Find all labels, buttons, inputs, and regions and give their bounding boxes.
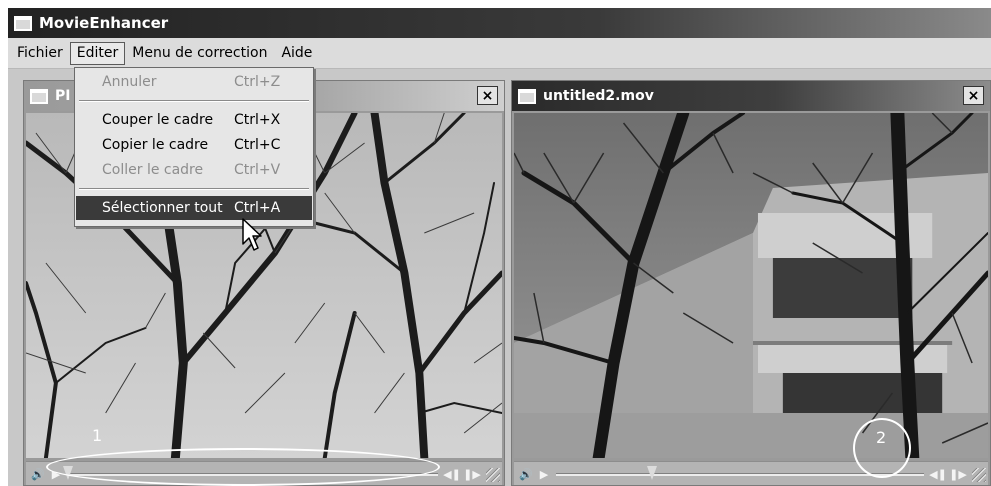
volume-icon[interactable]: 🔊: [518, 466, 534, 482]
menubar: Fichier Editer Menu de correction Aide: [8, 38, 991, 69]
menu-aide[interactable]: Aide: [274, 42, 319, 65]
right-playback-controls: 🔊 ▶ ◀❚ ❚▶: [514, 461, 988, 485]
resize-grip-icon[interactable]: [486, 468, 500, 482]
volume-icon[interactable]: 🔊: [30, 466, 46, 482]
right-video-frame: [514, 113, 988, 458]
step-back-icon[interactable]: ◀❚: [443, 466, 461, 482]
right-window-titlebar[interactable]: untitled2.mov ×: [512, 81, 990, 111]
play-icon[interactable]: ▶: [536, 466, 552, 482]
edit-dropdown-menu: Annuler Ctrl+Z Couper le cadre Ctrl+X Co…: [74, 67, 314, 227]
menu-item-selectionner-tout[interactable]: Sélectionner tout Ctrl+A: [76, 196, 312, 220]
right-window-title: untitled2.mov: [543, 88, 654, 104]
menu-fichier[interactable]: Fichier: [10, 42, 70, 65]
app-window: MovieEnhancer Fichier Editer Menu de cor…: [8, 8, 991, 486]
step-forward-icon[interactable]: ❚▶: [949, 466, 967, 482]
right-video-image: [514, 113, 988, 458]
right-position-slider[interactable]: [556, 473, 924, 476]
menu-item-coller[interactable]: Coller le cadre Ctrl+V: [76, 158, 312, 182]
left-window-title: PI: [55, 88, 71, 104]
menu-item-couper[interactable]: Couper le cadre Ctrl+X: [76, 108, 312, 132]
left-position-slider[interactable]: [68, 473, 438, 476]
menu-correction[interactable]: Menu de correction: [125, 42, 274, 65]
right-movie-window: untitled2.mov × 🔊 ▶ ◀❚ ❚▶: [511, 80, 991, 486]
right-slider-thumb[interactable]: [646, 466, 657, 480]
close-button[interactable]: ×: [477, 86, 498, 105]
left-slider-thumb[interactable]: [63, 466, 73, 480]
left-playback-controls: 🔊 ▶ ◀❚ ❚▶: [26, 461, 502, 485]
window-icon: [518, 88, 536, 104]
resize-grip-icon[interactable]: [972, 468, 986, 482]
window-icon: [30, 88, 48, 104]
menu-separator: [79, 100, 309, 102]
menu-editer[interactable]: Editer: [69, 41, 126, 65]
step-forward-icon[interactable]: ❚▶: [463, 466, 481, 482]
menu-item-copier[interactable]: Copier le cadre Ctrl+C: [76, 133, 312, 157]
app-title: MovieEnhancer: [39, 14, 169, 32]
close-button[interactable]: ×: [963, 86, 984, 105]
play-icon[interactable]: ▶: [48, 466, 64, 482]
app-titlebar[interactable]: MovieEnhancer: [8, 8, 991, 38]
step-back-icon[interactable]: ◀❚: [929, 466, 947, 482]
window-icon: [14, 15, 32, 31]
menu-separator: [79, 188, 309, 190]
menu-item-annuler[interactable]: Annuler Ctrl+Z: [76, 70, 312, 94]
